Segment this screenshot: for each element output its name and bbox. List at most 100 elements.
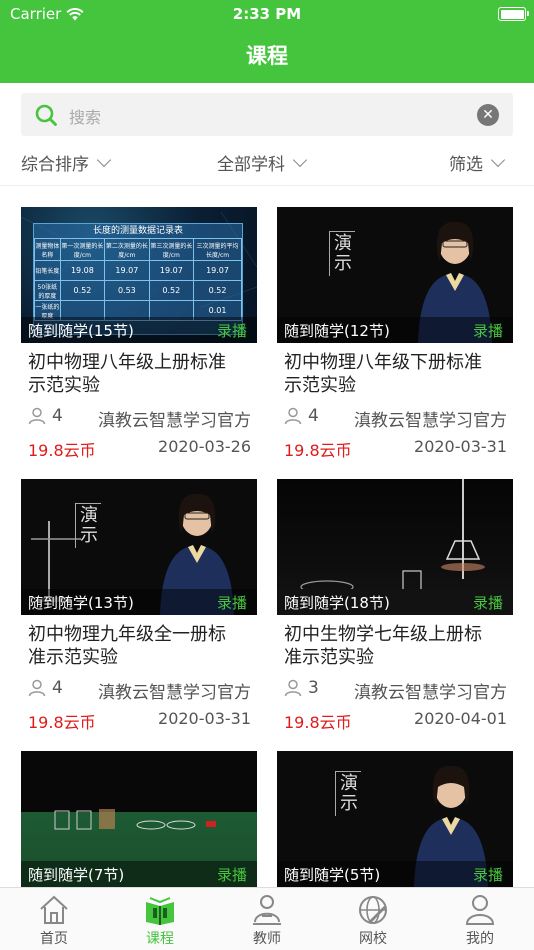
student-count: 4 bbox=[284, 406, 319, 426]
tab-bar: 首页 课程 教师 网校 我的 bbox=[0, 887, 534, 950]
user-icon bbox=[28, 407, 46, 425]
teacher-icon bbox=[253, 895, 281, 925]
course-title: 初中物理八年级上册标准 示范实验 bbox=[21, 351, 257, 397]
course-price: 19.8云币 bbox=[284, 441, 352, 460]
course-meta: 4 滇教云智慧学习官方 bbox=[21, 405, 257, 431]
sort-dropdown[interactable]: 综合排序 bbox=[21, 150, 112, 175]
course-card[interactable]: 随到随学(7节) 录播 bbox=[21, 751, 257, 887]
table-header: 第二次测量的长度/cm bbox=[104, 238, 150, 261]
home-icon bbox=[40, 895, 68, 924]
table-cell: 0.52 bbox=[59, 280, 106, 301]
course-title-line: 初中生物学七年级上册标 bbox=[284, 624, 482, 645]
course-card[interactable]: 随到随学(18节) 录播 初中生物学七年级上册标 准示范实验 3 滇教云智慧学习官方… bbox=[277, 479, 513, 732]
table-cell: 19.07 bbox=[104, 260, 150, 281]
user-icon bbox=[284, 679, 302, 697]
course-title-line: 初中物理八年级上册标准 bbox=[28, 352, 226, 373]
demo-sign: 演示 bbox=[329, 231, 355, 276]
demo-sign-text: 演示 bbox=[334, 233, 352, 274]
table-title: 长度的测量数据记录表 bbox=[92, 226, 183, 236]
chevron-down-icon bbox=[292, 152, 308, 167]
tab-school[interactable]: 网校 bbox=[333, 894, 413, 948]
tab-teachers[interactable]: 教师 bbox=[227, 894, 307, 948]
student-count-value: 4 bbox=[308, 406, 319, 426]
course-thumbnail: 随到随学(18节) 录播 bbox=[277, 479, 513, 615]
table-cell: 0.53 bbox=[104, 280, 150, 301]
student-count-value: 4 bbox=[52, 678, 63, 698]
course-price-row: 19.8云币 2020-03-31 bbox=[277, 435, 513, 460]
table-header: 三次测量的平均长度/cm bbox=[193, 238, 242, 261]
demo-sign-text: 演示 bbox=[80, 505, 98, 546]
student-count-value: 4 bbox=[52, 406, 63, 426]
course-thumbnail: 长度的测量数据记录表 测量物体名称 第一次测量的长度/cm 第二次测量的长度/cm 第… bbox=[21, 207, 257, 343]
course-meta: 3 滇教云智慧学习官方 bbox=[277, 677, 513, 703]
battery-icon bbox=[498, 7, 529, 21]
thumbnail-overlay: 随到随学(5节) 录播 bbox=[277, 861, 513, 887]
recorded-badge: 录播 bbox=[216, 866, 247, 884]
course-owner: 滇教云智慧学习官方 bbox=[98, 411, 251, 431]
session-count: 随到随学(5节) bbox=[284, 866, 381, 884]
table-header: 第一次测量的长度/cm bbox=[59, 238, 106, 261]
thumbnail-overlay: 随到随学(18节) 录播 bbox=[277, 589, 513, 615]
recorded-badge: 录播 bbox=[472, 866, 503, 884]
table-cell: 铅笔长度 bbox=[34, 260, 61, 281]
page-title: 课程 bbox=[246, 44, 288, 68]
thumbnail-overlay: 随到随学(13节) 录播 bbox=[21, 589, 257, 615]
course-card[interactable]: 演示 随到随学(5节) 录播 bbox=[277, 751, 513, 887]
profile-icon bbox=[465, 895, 495, 925]
course-title-line: 初中物理八年级下册标准 bbox=[284, 352, 482, 373]
subject-label: 全部学科 bbox=[217, 155, 285, 175]
table-cell: 0.52 bbox=[148, 280, 195, 301]
course-price-row: 19.8云币 2020-03-31 bbox=[21, 707, 257, 732]
course-thumbnail: 演示 随到随学(13节) 录播 bbox=[21, 479, 257, 615]
table-header: 测量物体名称 bbox=[34, 238, 61, 261]
tab-profile[interactable]: 我的 bbox=[440, 894, 520, 948]
clear-search-icon[interactable]: ✕ bbox=[477, 104, 499, 126]
course-card[interactable]: 演示 随到随学(13节) 录播 初中物理九年级全一册标 准示范实验 4 滇教云智慧学… bbox=[21, 479, 257, 732]
recorded-badge: 录播 bbox=[472, 322, 503, 340]
table-grid: 测量物体名称 第一次测量的长度/cm 第二次测量的长度/cm 第三次测量的长度/cm 三… bbox=[34, 238, 242, 321]
subject-dropdown[interactable]: 全部学科 bbox=[217, 150, 308, 175]
student-count-value: 3 bbox=[308, 678, 319, 698]
course-title: 初中生物学七年级上册标 准示范实验 bbox=[277, 623, 513, 669]
search-bar[interactable]: 搜索 ✕ bbox=[21, 93, 513, 136]
table-cell: 0.52 bbox=[193, 280, 242, 301]
course-thumbnail: 演示 随到随学(5节) 录播 bbox=[277, 751, 513, 887]
tab-home[interactable]: 首页 bbox=[14, 894, 94, 948]
course-title-line: 初中物理九年级全一册标 bbox=[28, 624, 226, 645]
session-count: 随到随学(18节) bbox=[284, 594, 390, 612]
student-count: 4 bbox=[28, 406, 63, 426]
recorded-badge: 录播 bbox=[472, 594, 503, 612]
demo-sign: 演示 bbox=[335, 771, 361, 816]
chevron-down-icon bbox=[96, 152, 112, 167]
user-icon bbox=[28, 679, 46, 697]
thumbnail-overlay: 随到随学(12节) 录播 bbox=[277, 317, 513, 343]
course-price: 19.8云币 bbox=[28, 441, 96, 460]
course-price: 19.8云币 bbox=[28, 713, 96, 732]
course-date: 2020-03-31 bbox=[414, 437, 507, 456]
course-owner: 滇教云智慧学习官方 bbox=[98, 683, 251, 703]
tab-courses[interactable]: 课程 bbox=[120, 894, 200, 948]
course-title-line: 示范实验 bbox=[284, 375, 356, 396]
status-bar: Carrier 2:33 PM bbox=[0, 0, 534, 28]
course-card[interactable]: 长度的测量数据记录表 测量物体名称 第一次测量的长度/cm 第二次测量的长度/cm 第… bbox=[21, 207, 257, 460]
demo-sign-text: 演示 bbox=[340, 773, 358, 814]
session-count: 随到随学(13节) bbox=[28, 594, 134, 612]
filter-label: 筛选 bbox=[449, 155, 483, 175]
sort-label: 综合排序 bbox=[21, 155, 89, 175]
course-meta: 4 滇教云智慧学习官方 bbox=[277, 405, 513, 431]
search-input[interactable]: 搜索 bbox=[69, 104, 101, 128]
demo-sign: 演示 bbox=[75, 503, 101, 548]
table-header: 第三次测量的长度/cm bbox=[148, 238, 195, 261]
course-price-row: 19.8云币 2020-04-01 bbox=[277, 707, 513, 732]
filter-dropdown[interactable]: 筛选 bbox=[449, 150, 506, 175]
course-meta: 4 滇教云智慧学习官方 bbox=[21, 677, 257, 703]
tab-school-label: 网校 bbox=[359, 931, 387, 947]
course-thumbnail: 演示 随到随学(12节) 录播 bbox=[277, 207, 513, 343]
course-date: 2020-03-31 bbox=[158, 709, 251, 728]
course-thumbnail: 随到随学(7节) 录播 bbox=[21, 751, 257, 887]
session-count: 随到随学(15节) bbox=[28, 322, 134, 340]
table-cell: 19.07 bbox=[193, 260, 242, 281]
book-icon bbox=[146, 897, 174, 925]
course-title-line: 示范实验 bbox=[28, 375, 100, 396]
course-card[interactable]: 演示 随到随学(12节) 录播 初中物理八年级下册标准 示范实验 4 滇教云智慧学习… bbox=[277, 207, 513, 460]
